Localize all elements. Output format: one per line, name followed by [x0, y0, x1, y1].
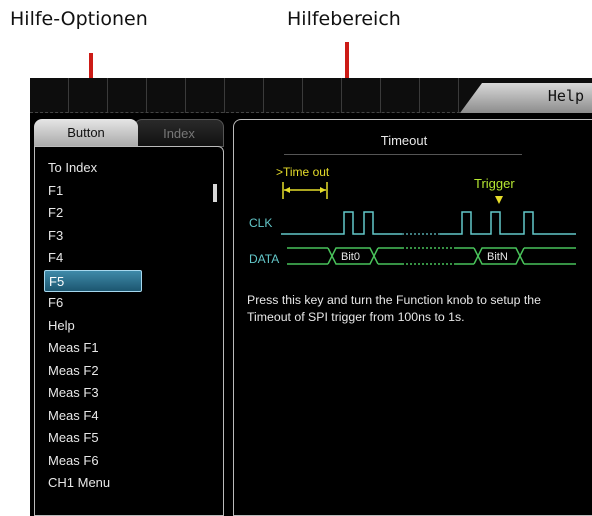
tab-index[interactable]: Index	[134, 119, 224, 147]
bit0-label: Bit0	[341, 251, 360, 263]
list-item-meas-f6[interactable]: Meas F6	[44, 450, 142, 473]
list-scrollbar-thumb[interactable]	[213, 184, 217, 202]
list-item-help[interactable]: Help	[44, 315, 142, 338]
timeout-label: >Time out	[276, 165, 330, 179]
annotation-help-options: Hilfe-Optionen	[10, 8, 148, 30]
list-item-f3[interactable]: F3	[44, 225, 142, 248]
top-bar: Help	[30, 78, 592, 113]
data-waveform	[287, 247, 576, 265]
help-description: Press this key and turn the Function kno…	[247, 293, 541, 324]
bitn-label: BitN	[487, 251, 508, 263]
clk-label: CLK	[249, 216, 272, 230]
help-option-list-box: To Index F1 F2 F3 F4 F5 F6 Help Meas F1 …	[34, 146, 224, 516]
trigger-marker-icon	[495, 196, 503, 204]
list-item-ch1-menu[interactable]: CH1 Menu	[44, 472, 142, 495]
list-item-meas-f2[interactable]: Meas F2	[44, 360, 142, 383]
help-option-list: To Index F1 F2 F3 F4 F5 F6 Help Meas F1 …	[44, 157, 142, 495]
timeout-marker	[282, 182, 328, 199]
trigger-label: Trigger	[474, 176, 515, 191]
help-options-panel: Index Button To Index F1 F2 F3 F4 F5 F6 …	[34, 119, 226, 516]
list-item-to-index[interactable]: To Index	[44, 157, 142, 180]
timeout-diagram: >Time out Trigger CLK DATA Bit0 BitN	[249, 165, 576, 266]
tab-button[interactable]: Button	[34, 119, 138, 147]
data-label: DATA	[249, 252, 279, 266]
oscilloscope-screen: Help Index Button To Index F1 F2 F3 F4 F…	[30, 78, 592, 516]
list-item-f5-selected[interactable]: F5	[44, 269, 142, 292]
list-item-f1[interactable]: F1	[44, 180, 142, 203]
list-item-meas-f3[interactable]: Meas F3	[44, 382, 142, 405]
clk-waveform	[281, 211, 402, 235]
list-item-f4[interactable]: F4	[44, 247, 142, 270]
help-content-panel: Timeout >Time out Trigger CLK DATA Bit0 …	[233, 119, 592, 516]
annotation-help-area: Hilfebereich	[287, 8, 401, 30]
waveform-grid-strip	[30, 78, 470, 113]
list-item-f2[interactable]: F2	[44, 202, 142, 225]
help-window-title: Help	[547, 87, 584, 105]
clk-waveform-end	[440, 211, 576, 235]
list-item-meas-f5[interactable]: Meas F5	[44, 427, 142, 450]
list-item-meas-f1[interactable]: Meas F1	[44, 337, 142, 360]
list-item-f6[interactable]: F6	[44, 292, 142, 315]
list-item-meas-f4[interactable]: Meas F4	[44, 405, 142, 428]
